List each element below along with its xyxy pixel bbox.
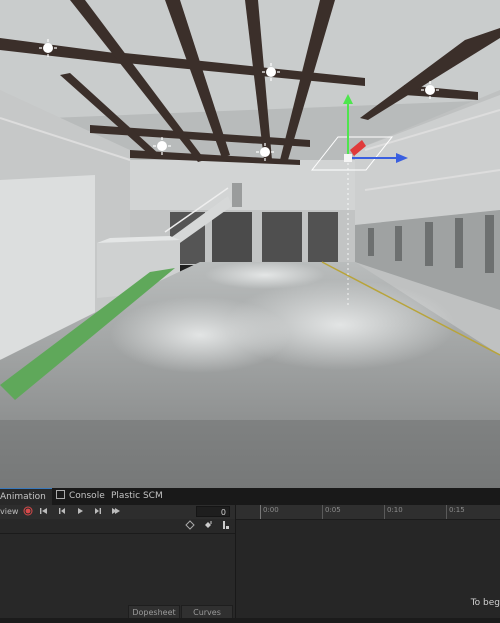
bay-door [308,212,338,264]
timeline-tick [446,505,447,519]
tab-label: Animation [0,492,46,502]
bay-door [262,212,302,264]
timeline-tick-label: 0:10 [387,506,403,514]
light-pool [110,297,290,373]
panel-tabs: Animation Console Plastic SCM [0,488,500,506]
light-pool [205,261,325,289]
tab-label: Console [69,491,105,501]
first-key-icon[interactable] [38,506,50,518]
animation-panel: Animation Console Plastic SCM view 0 0:0… [0,488,500,623]
tab-animation[interactable]: Animation [0,488,52,505]
prev-key-icon[interactable] [56,506,68,518]
timeline-tick-label: 0:00 [263,506,279,514]
timeline-tick [322,505,323,519]
filter-icon[interactable] [220,520,232,532]
animation-toolbar: view 0 [0,505,235,520]
preview-toggle[interactable]: view [0,506,18,518]
back-upper-wall [128,160,368,210]
tab-plastic-scm[interactable]: Plastic SCM [105,488,169,505]
last-key-icon[interactable] [110,506,122,518]
tab-console[interactable]: Console [50,488,111,505]
timeline-tick [260,505,261,519]
upper-door [232,183,242,207]
next-key-icon[interactable] [92,506,104,518]
property-toolbar [0,519,235,534]
bay-door [212,212,252,264]
add-event-icon[interactable] [202,520,214,532]
empty-clip-hint: To beg [470,598,500,608]
timeline-ruler[interactable]: 0:00 0:05 0:10 0:15 [236,505,500,520]
tab-label: Plastic SCM [111,491,163,501]
play-icon[interactable] [74,506,86,518]
timeline-tick-label: 0:05 [325,506,341,514]
timeline-tick-label: 0:15 [449,506,465,514]
scene-view[interactable] [0,0,500,488]
timeline-tick [384,505,385,519]
dopesheet-area[interactable]: To beg [236,520,500,623]
console-icon [56,490,65,499]
add-keyframe-icon[interactable] [184,520,196,532]
status-bar [0,618,500,623]
record-icon[interactable] [22,506,34,518]
frame-input[interactable]: 0 [196,506,230,517]
floor-shadow [0,420,500,488]
